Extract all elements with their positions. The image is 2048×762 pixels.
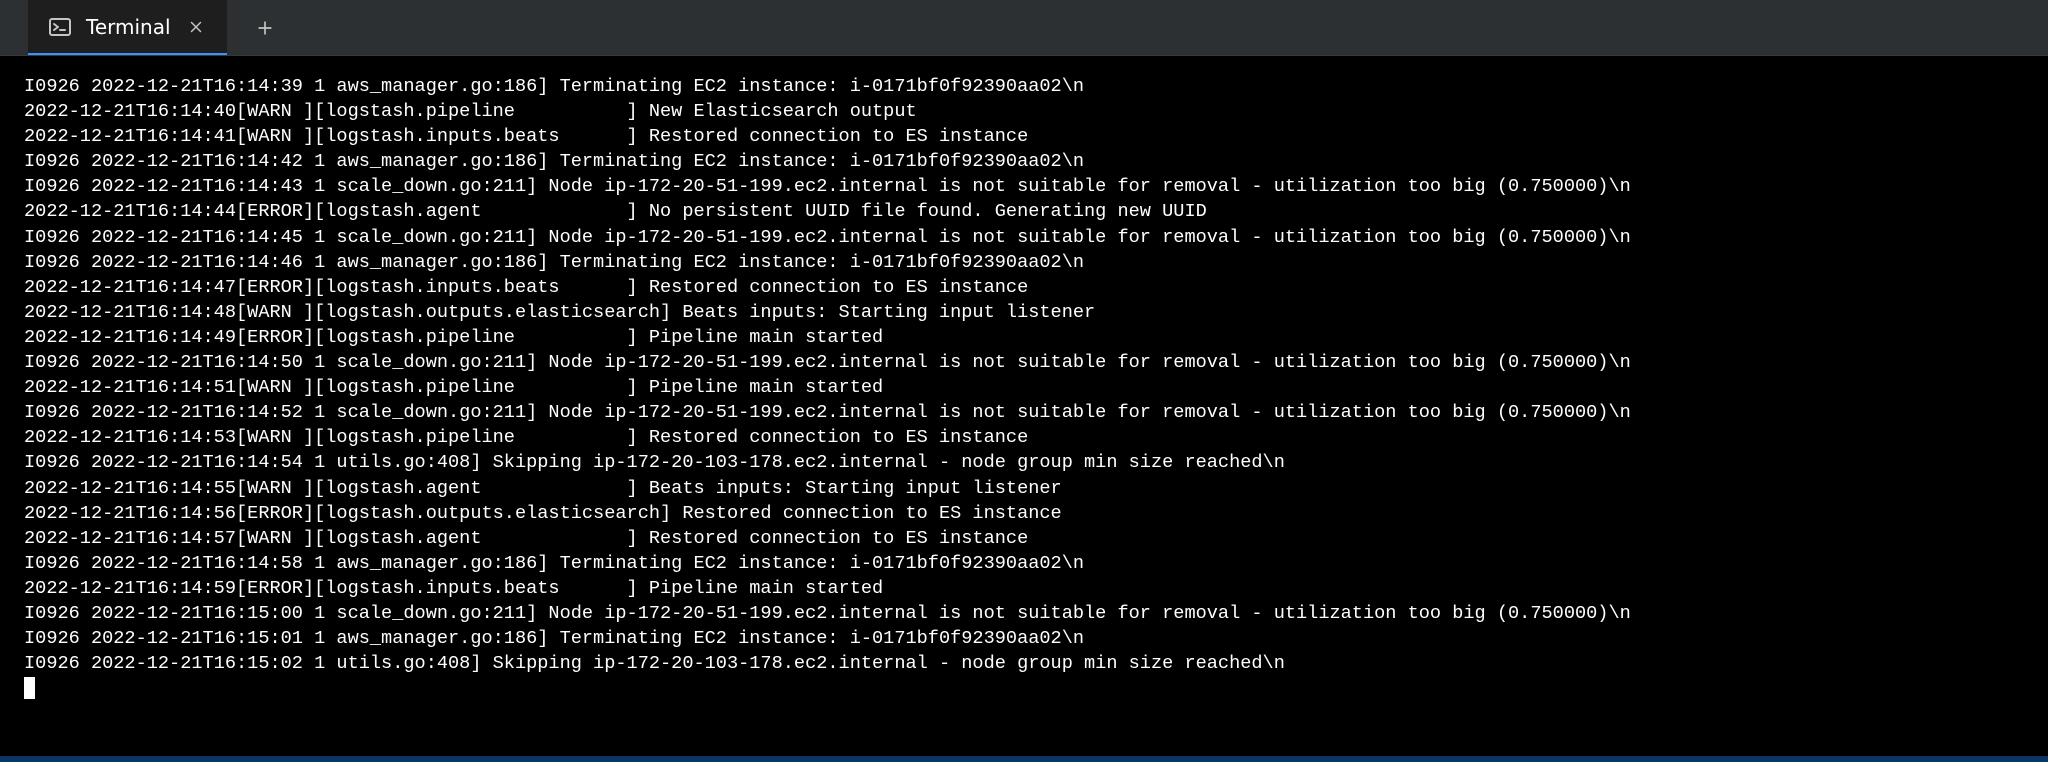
tab-terminal[interactable]: Terminal [28,0,227,55]
log-line: I0926 2022-12-21T16:14:46 1 aws_manager.… [24,252,1084,273]
log-line: I0926 2022-12-21T16:14:58 1 aws_manager.… [24,553,1084,574]
log-line: 2022-12-21T16:14:55[WARN ][logstash.agen… [24,478,1062,499]
log-line: I0926 2022-12-21T16:15:00 1 scale_down.g… [24,603,1631,624]
close-icon[interactable] [185,16,207,38]
cursor [24,677,35,699]
log-line: 2022-12-21T16:14:57[WARN ][logstash.agen… [24,528,1028,549]
log-line: I0926 2022-12-21T16:14:42 1 aws_manager.… [24,151,1084,172]
log-line: 2022-12-21T16:14:44[ERROR][logstash.agen… [24,201,1207,222]
terminal-output[interactable]: I0926 2022-12-21T16:14:39 1 aws_manager.… [0,56,2048,756]
log-line: 2022-12-21T16:14:47[ERROR][logstash.inpu… [24,277,1028,298]
tab-label: Terminal [86,15,171,39]
terminal-icon [48,15,72,39]
log-line: I0926 2022-12-21T16:15:02 1 utils.go:408… [24,653,1285,674]
status-line [0,756,2048,762]
log-line: 2022-12-21T16:14:48[WARN ][logstash.outp… [24,302,1095,323]
log-line: 2022-12-21T16:14:56[ERROR][logstash.outp… [24,503,1062,524]
new-tab-button[interactable] [251,14,279,42]
tab-bar: Terminal [0,0,2048,56]
log-line: I0926 2022-12-21T16:14:45 1 scale_down.g… [24,227,1631,248]
log-line: I0926 2022-12-21T16:14:50 1 scale_down.g… [24,352,1631,373]
log-line: 2022-12-21T16:14:51[WARN ][logstash.pipe… [24,377,883,398]
log-line: I0926 2022-12-21T16:14:39 1 aws_manager.… [24,76,1084,97]
log-line: I0926 2022-12-21T16:15:01 1 aws_manager.… [24,628,1084,649]
log-line: 2022-12-21T16:14:53[WARN ][logstash.pipe… [24,427,1028,448]
log-line: 2022-12-21T16:14:41[WARN ][logstash.inpu… [24,126,1028,147]
log-line: I0926 2022-12-21T16:14:52 1 scale_down.g… [24,402,1631,423]
log-line: I0926 2022-12-21T16:14:43 1 scale_down.g… [24,176,1631,197]
log-line: 2022-12-21T16:14:59[ERROR][logstash.inpu… [24,578,883,599]
log-line: 2022-12-21T16:14:40[WARN ][logstash.pipe… [24,101,917,122]
log-line: 2022-12-21T16:14:49[ERROR][logstash.pipe… [24,327,883,348]
log-line: I0926 2022-12-21T16:14:54 1 utils.go:408… [24,452,1285,473]
